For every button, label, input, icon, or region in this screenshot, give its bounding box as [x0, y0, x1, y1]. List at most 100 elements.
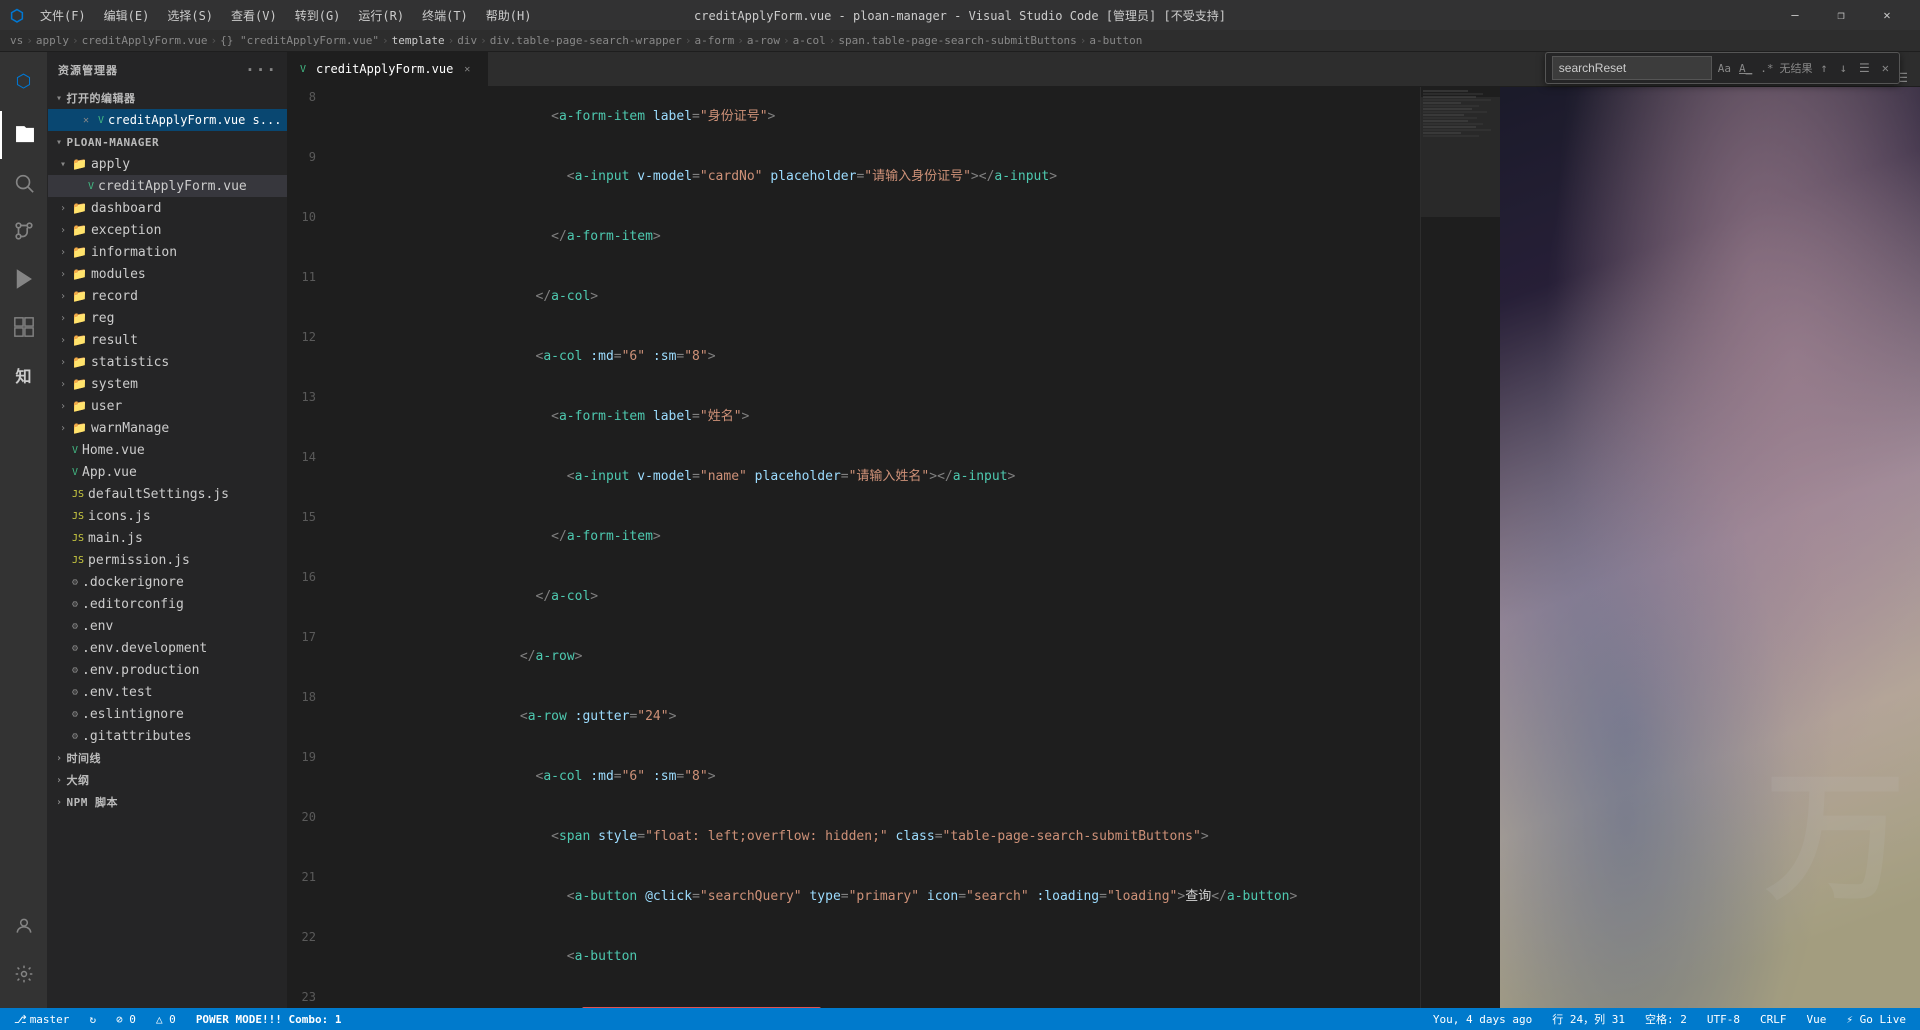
activity-extensions[interactable]	[0, 303, 48, 351]
tree-file-env-test[interactable]: ⚙ .env.test	[48, 681, 287, 703]
tree-file-main[interactable]: JS main.js	[48, 527, 287, 549]
activity-git[interactable]	[0, 207, 48, 255]
code-content-20[interactable]: <span style="float: left;overflow: hidde…	[328, 807, 1420, 867]
search-input[interactable]	[1552, 56, 1712, 80]
tree-file-env[interactable]: ⚙ .env	[48, 615, 287, 637]
activity-settings[interactable]	[0, 950, 48, 998]
tree-folder-statistics[interactable]: › 📁 statistics	[48, 351, 287, 373]
tree-file-permission[interactable]: JS permission.js	[48, 549, 287, 571]
tree-file-dockerignore[interactable]: ⚙ .dockerignore	[48, 571, 287, 593]
bc-arow[interactable]: a-row	[747, 34, 780, 47]
code-content-11[interactable]: </a-col>	[328, 267, 1420, 327]
search-word-icon[interactable]: A̲	[1737, 62, 1754, 75]
code-content-23[interactable]: @click="getPdf('个人征信报告')"	[328, 987, 1420, 1008]
menu-edit[interactable]: 编辑(E)	[96, 5, 158, 26]
status-encoding[interactable]: UTF-8	[1703, 1008, 1744, 1030]
bc-div[interactable]: div	[457, 34, 477, 47]
tree-file-creditapplyform[interactable]: V creditApplyForm.vue	[48, 175, 287, 197]
bc-apply[interactable]: apply	[36, 34, 69, 47]
close-button[interactable]: ✕	[1864, 0, 1910, 30]
tree-file-home[interactable]: V Home.vue	[48, 439, 287, 461]
tree-file-app[interactable]: V App.vue	[48, 461, 287, 483]
menu-select[interactable]: 选择(S)	[159, 5, 221, 26]
tree-folder-reg[interactable]: › 📁 reg	[48, 307, 287, 329]
timeline-header[interactable]: › 时间线	[48, 747, 287, 769]
status-indentation[interactable]: 空格: 2	[1641, 1008, 1691, 1030]
bc-aform[interactable]: a-form	[694, 34, 734, 47]
bc-template[interactable]: template	[392, 34, 445, 47]
tree-folder-dashboard[interactable]: › 📁 dashboard	[48, 197, 287, 219]
tree-folder-information[interactable]: › 📁 information	[48, 241, 287, 263]
code-editor[interactable]: 8 <a-form-item label="身份证号"> 9 <a-input …	[288, 87, 1420, 1008]
tree-folder-exception[interactable]: › 📁 exception	[48, 219, 287, 241]
status-errors[interactable]: ⊘ 0	[112, 1008, 140, 1030]
activity-search[interactable]	[0, 159, 48, 207]
bc-acol[interactable]: a-col	[793, 34, 826, 47]
tab-creditapplyform[interactable]: V creditApplyForm.vue ✕	[288, 52, 488, 86]
status-line-ending[interactable]: CRLF	[1756, 1008, 1791, 1030]
tree-folder-record[interactable]: › 📁 record	[48, 285, 287, 307]
menu-run[interactable]: 运行(R)	[350, 5, 412, 26]
tree-file-defaultsettings[interactable]: JS defaultSettings.js	[48, 483, 287, 505]
search-regex-icon[interactable]: .*	[1758, 62, 1775, 75]
tab-close-button[interactable]: ✕	[459, 61, 475, 77]
search-prev-button[interactable]: ↑	[1817, 59, 1832, 77]
code-content-8[interactable]: <a-form-item label="身份证号">	[328, 87, 1420, 147]
search-case-icon[interactable]: Aa	[1716, 62, 1733, 75]
code-content-14[interactable]: <a-input v-model="name" placeholder="请输入…	[328, 447, 1420, 507]
code-content-18[interactable]: <a-row :gutter="24">	[328, 687, 1420, 747]
open-file-creditapplyform[interactable]: ✕ V creditApplyForm.vue s...	[48, 109, 287, 131]
tree-folder-warnmanage[interactable]: › 📁 warnManage	[48, 417, 287, 439]
bc-abutton[interactable]: a-button	[1089, 34, 1142, 47]
search-collapse-button[interactable]: ☰	[1855, 59, 1874, 77]
code-content-12[interactable]: <a-col :md="6" :sm="8">	[328, 327, 1420, 387]
search-close-button[interactable]: ✕	[1878, 59, 1893, 77]
code-content-22[interactable]: <a-button	[328, 927, 1420, 987]
status-git-blame[interactable]: You, 4 days ago	[1429, 1008, 1536, 1030]
minimize-button[interactable]: —	[1772, 0, 1818, 30]
activity-account[interactable]	[0, 902, 48, 950]
status-go-live[interactable]: ⚡ Go Live	[1842, 1008, 1910, 1030]
activity-run[interactable]	[0, 255, 48, 303]
tree-folder-modules[interactable]: › 📁 modules	[48, 263, 287, 285]
outline-header[interactable]: › 大纲	[48, 769, 287, 791]
explorer-header[interactable]: ▾ PLOAN-MANAGER	[48, 131, 287, 153]
code-content-15[interactable]: </a-form-item>	[328, 507, 1420, 567]
open-editors-header[interactable]: ▾ 打开的编辑器	[48, 87, 287, 109]
menu-file[interactable]: 文件(F)	[32, 5, 94, 26]
status-sync[interactable]: ↻	[85, 1008, 100, 1030]
maximize-button[interactable]: ❐	[1818, 0, 1864, 30]
status-cursor-position[interactable]: 行 24，列 31	[1548, 1008, 1629, 1030]
tree-folder-user[interactable]: › 📁 user	[48, 395, 287, 417]
activity-explorer[interactable]	[0, 111, 48, 159]
bc-vs[interactable]: vs	[10, 34, 23, 47]
status-warnings[interactable]: △ 0	[152, 1008, 180, 1030]
tree-file-editorconfig[interactable]: ⚙ .editorconfig	[48, 593, 287, 615]
code-content-13[interactable]: <a-form-item label="姓名">	[328, 387, 1420, 447]
status-branch[interactable]: ⎇ master	[10, 1008, 73, 1030]
bc-span[interactable]: span.table-page-search-submitButtons	[838, 34, 1076, 47]
activity-vscode-icon[interactable]: ⬡	[0, 57, 48, 105]
tree-file-eslintignore[interactable]: ⚙ .eslintignore	[48, 703, 287, 725]
menu-goto[interactable]: 转到(G)	[287, 5, 349, 26]
close-file-icon[interactable]: ✕	[78, 115, 94, 126]
bc-file[interactable]: creditApplyForm.vue	[82, 34, 208, 47]
activity-knowledge[interactable]: 知	[0, 351, 48, 399]
code-content-21[interactable]: <a-button @click="searchQuery" type="pri…	[328, 867, 1420, 927]
code-content-16[interactable]: </a-col>	[328, 567, 1420, 627]
menu-terminal[interactable]: 终端(T)	[414, 5, 476, 26]
npm-scripts-header[interactable]: › NPM 脚本	[48, 791, 287, 813]
sidebar-menu-dots[interactable]: ···	[245, 60, 277, 79]
tree-file-env-prod[interactable]: ⚙ .env.production	[48, 659, 287, 681]
bc-json[interactable]: {} "creditApplyForm.vue"	[220, 34, 379, 47]
code-content-19[interactable]: <a-col :md="6" :sm="8">	[328, 747, 1420, 807]
tree-folder-result[interactable]: › 📁 result	[48, 329, 287, 351]
code-content-9[interactable]: <a-input v-model="cardNo" placeholder="请…	[328, 147, 1420, 207]
tree-file-icons[interactable]: JS icons.js	[48, 505, 287, 527]
search-next-button[interactable]: ↓	[1836, 59, 1851, 77]
status-language[interactable]: Vue	[1803, 1008, 1831, 1030]
menu-view[interactable]: 查看(V)	[223, 5, 285, 26]
tree-folder-apply[interactable]: ▾ 📁 apply	[48, 153, 287, 175]
tree-file-env-dev[interactable]: ⚙ .env.development	[48, 637, 287, 659]
code-content-17[interactable]: </a-row>	[328, 627, 1420, 687]
